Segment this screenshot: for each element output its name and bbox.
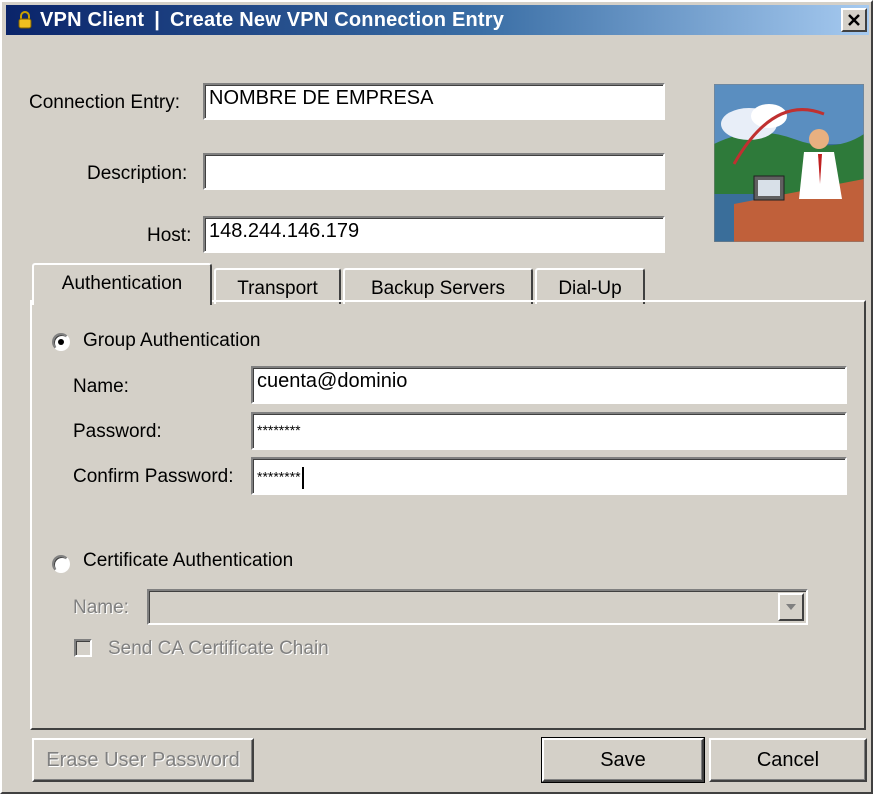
certificate-name-select[interactable] <box>147 589 808 625</box>
erase-user-password-button[interactable]: Erase User Password <box>32 738 254 782</box>
group-name-input[interactable]: cuenta@dominio <box>251 366 847 404</box>
text-caret <box>301 467 304 489</box>
tab-authentication[interactable]: Authentication <box>32 263 212 305</box>
tab-backup-servers[interactable]: Backup Servers <box>343 268 533 304</box>
authentication-panel <box>30 300 866 730</box>
description-input[interactable] <box>203 153 665 190</box>
connection-entry-label: Connection Entry: <box>29 92 181 113</box>
host-label: Host: <box>147 225 192 246</box>
close-icon <box>848 14 860 26</box>
save-button[interactable]: Save <box>541 737 705 783</box>
host-input[interactable]: 148.244.146.179 <box>203 216 665 253</box>
radio-selected-dot <box>58 339 64 345</box>
confirm-password-input[interactable]: ******** <box>251 457 847 495</box>
tab-dial-up[interactable]: Dial-Up <box>535 268 645 304</box>
dropdown-arrow-icon <box>786 604 796 610</box>
dropdown-button[interactable] <box>778 593 804 621</box>
send-ca-chain-label: Send CA Certificate Chain <box>108 638 329 659</box>
connection-entry-input[interactable]: NOMBRE DE EMPRESA <box>203 83 665 120</box>
title-bar: VPN Client | Create New VPN Connection Ent… <box>6 5 869 35</box>
group-authentication-radio[interactable] <box>52 333 70 351</box>
certificate-authentication-radio[interactable] <box>52 555 70 573</box>
confirm-password-label: Confirm Password: <box>73 466 234 487</box>
group-password-label: Password: <box>73 421 162 442</box>
tab-transport[interactable]: Transport <box>214 268 341 304</box>
send-ca-chain-checkbox[interactable] <box>74 639 92 657</box>
vpn-dialog-window: VPN Client | Create New VPN Connection Ent… <box>0 0 873 794</box>
connection-illustration <box>714 84 864 242</box>
cancel-button[interactable]: Cancel <box>709 738 867 782</box>
group-authentication-label: Group Authentication <box>83 330 261 351</box>
lock-icon <box>18 11 32 29</box>
title-separator: | <box>154 9 161 31</box>
group-name-label: Name: <box>73 376 129 397</box>
window-title: VPN Client | Create New VPN Connection Ent… <box>40 9 504 32</box>
app-name: VPN Client <box>40 9 145 31</box>
description-label: Description: <box>87 163 188 184</box>
dialog-title: Create New VPN Connection Entry <box>170 9 505 31</box>
certificate-authentication-label: Certificate Authentication <box>83 550 294 571</box>
group-password-input[interactable]: ******** <box>251 412 847 450</box>
certificate-name-label: Name: <box>73 597 129 618</box>
confirm-password-value: ******** <box>257 468 301 485</box>
close-button[interactable] <box>841 8 867 32</box>
